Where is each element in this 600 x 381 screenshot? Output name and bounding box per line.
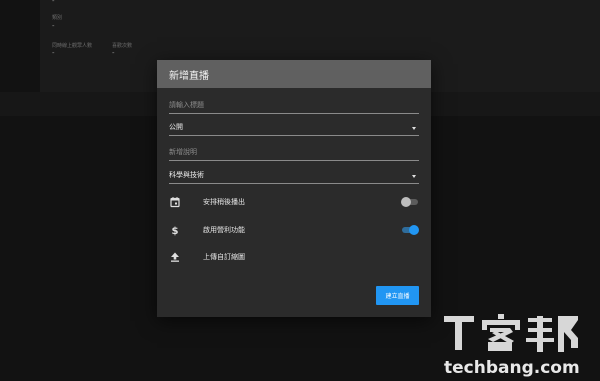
- schedule-row: 安排稍後播出: [169, 195, 419, 209]
- dialog-header: 新增直播: [157, 60, 431, 88]
- category-select[interactable]: 科學與技術: [169, 169, 419, 184]
- upload-thumbnail-label: 上傳自訂縮圖: [203, 253, 245, 261]
- chevron-down-icon: [412, 127, 416, 130]
- monetize-row: $ 啟用營利功能: [169, 223, 419, 237]
- svg-text:$: $: [172, 226, 179, 236]
- techbang-watermark-logo: techbang.com: [444, 314, 580, 378]
- category-select-value: 科學與技術: [169, 171, 204, 179]
- privacy-select[interactable]: 公開: [169, 121, 419, 136]
- dollar-icon: $: [172, 226, 179, 236]
- description-input[interactable]: 新增說明: [169, 146, 419, 161]
- watermark-site-text: techbang.com: [444, 358, 580, 378]
- background-concurrent-viewers-value: -: [52, 49, 55, 57]
- dialog-title: 新增直播: [169, 70, 209, 82]
- upload-icon: [171, 252, 179, 262]
- background-likes-label: 喜歡次數: [112, 43, 133, 49]
- new-live-stream-dialog: 新增直播 請輸入標題 公開 新增說明 科學與技術 安排稍後播出 $ 啟用營利功能…: [157, 60, 431, 317]
- monetize-toggle[interactable]: [401, 224, 419, 236]
- chevron-down-icon: [412, 175, 416, 178]
- background-category-label: 類別: [52, 15, 63, 21]
- description-input-placeholder: 新增說明: [169, 148, 197, 156]
- background-top-value: -: [52, 0, 55, 5]
- upload-thumbnail-row[interactable]: 上傳自訂縮圖: [169, 250, 419, 264]
- privacy-select-value: 公開: [169, 123, 183, 131]
- background-category-value: -: [52, 22, 55, 30]
- schedule-label: 安排稍後播出: [203, 198, 245, 206]
- schedule-toggle[interactable]: [401, 196, 419, 208]
- monetize-toggle-thumb: [409, 225, 419, 235]
- title-input[interactable]: 請輸入標題: [169, 99, 419, 114]
- background-likes-value: -: [112, 49, 115, 57]
- monetize-label: 啟用營利功能: [203, 226, 245, 234]
- title-input-placeholder: 請輸入標題: [169, 101, 204, 109]
- create-stream-button[interactable]: 建立直播: [376, 286, 419, 305]
- calendar-icon: [170, 197, 180, 208]
- schedule-toggle-thumb: [401, 197, 411, 207]
- background-concurrent-viewers-label: 同時線上觀眾人數: [52, 43, 93, 49]
